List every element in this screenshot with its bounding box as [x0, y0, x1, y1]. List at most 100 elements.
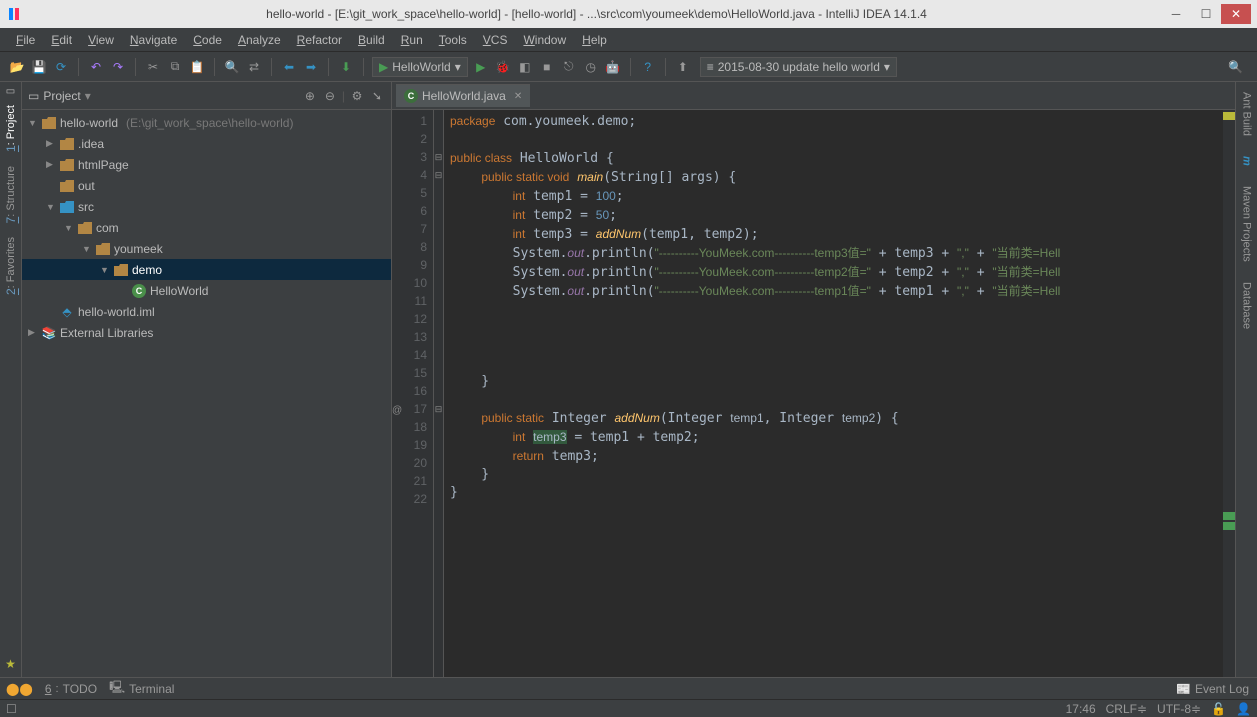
terminal-tab[interactable]: 🖳 Terminal [109, 678, 174, 699]
change-marker[interactable] [1223, 522, 1235, 530]
debug-button[interactable]: 🐞 [494, 58, 512, 76]
project-panel: ▭ Project ▾ ⊕ ⊖ | ⚙ ➘ ▼hello-world(E:\gi… [22, 82, 392, 677]
android-button[interactable]: 🤖 [604, 58, 622, 76]
profile-button[interactable]: ◷ [582, 58, 600, 76]
error-stripe[interactable] [1223, 110, 1235, 677]
vcs-changelist-selector[interactable]: ≡ 2015-08-30 update hello world ▾ [700, 57, 897, 77]
attach-button[interactable]: ⎋ [560, 58, 578, 76]
redo-icon[interactable]: ↷ [109, 58, 127, 76]
paste-icon[interactable]: 📋 [188, 58, 206, 76]
open-icon[interactable]: 📂 [8, 58, 26, 76]
left-tab-project[interactable]: 1: Project [2, 99, 20, 158]
tree-node[interactable]: out [22, 175, 391, 196]
event-log-tab[interactable]: 📰 Event Log [1176, 682, 1249, 696]
chevron-down-icon: ▾ [455, 60, 461, 74]
close-tab-icon[interactable]: ✕ [514, 91, 522, 102]
help-icon[interactable]: ? [639, 58, 657, 76]
menu-run[interactable]: Run [393, 31, 431, 49]
tree-node[interactable]: ⬘hello-world.iml [22, 301, 391, 322]
undo-icon[interactable]: ↶ [87, 58, 105, 76]
warning-marker[interactable] [1223, 112, 1235, 120]
project-icon[interactable]: ▭ [6, 86, 15, 97]
menu-window[interactable]: Window [515, 31, 574, 49]
tree-node[interactable]: ▶htmlPage [22, 154, 391, 175]
cut-icon[interactable]: ✂ [144, 58, 162, 76]
menu-file[interactable]: File [8, 31, 43, 49]
line-gutter[interactable]: 1234567891011121314151617@1819202122 [392, 110, 434, 677]
todo-tab[interactable]: 6: TODO [45, 682, 97, 696]
change-marker[interactable] [1223, 512, 1235, 520]
status-encoding[interactable]: UTF-8≑ [1157, 702, 1201, 716]
tab-label: HelloWorld.java [422, 89, 506, 103]
left-tool-strip: ▭ 1: Project 7: Structure 2: Favorites ★ [0, 82, 22, 677]
status-lineend[interactable]: CRLF≑ [1106, 702, 1147, 716]
tree-node[interactable]: ▼hello-world(E:\git_work_space\hello-wor… [22, 112, 391, 133]
inspector-icon[interactable]: 👤 [1236, 702, 1251, 716]
coverage-button[interactable]: ◧ [516, 58, 534, 76]
tree-node[interactable]: CHelloWorld [22, 280, 391, 301]
editor-tab[interactable]: C HelloWorld.java ✕ [396, 84, 530, 107]
gear-icon[interactable]: ⚙ [349, 88, 365, 104]
make-icon[interactable]: ⬇ [337, 58, 355, 76]
lib-icon: 📚 [42, 326, 56, 340]
folder-icon [60, 137, 74, 151]
replace-icon[interactable]: ⇄ [245, 58, 263, 76]
menu-edit[interactable]: Edit [43, 31, 80, 49]
menu-refactor[interactable]: Refactor [289, 31, 350, 49]
run-button[interactable]: ▶ [472, 58, 490, 76]
status-icon[interactable]: ☐ [6, 702, 17, 716]
menu-code[interactable]: Code [185, 31, 230, 49]
right-tab-database[interactable]: Database [1239, 276, 1255, 335]
editor-area: C HelloWorld.java ✕ 12345678910111213141… [392, 82, 1235, 677]
folder-icon [78, 221, 92, 235]
left-tab-structure[interactable]: 7: Structure [2, 160, 20, 229]
menu-navigate[interactable]: Navigate [122, 31, 185, 49]
right-tab-m[interactable]: m [1239, 150, 1255, 172]
vcs-update-icon[interactable]: ⬆ [674, 58, 692, 76]
tree-node[interactable]: ▶📚External Libraries [22, 322, 391, 343]
tree-node[interactable]: ▼youmeek [22, 238, 391, 259]
stop-button[interactable]: ■ [538, 58, 556, 76]
class-icon: C [132, 284, 146, 298]
folder-blue-icon [60, 200, 74, 214]
folder-icon [60, 179, 74, 193]
forward-icon[interactable]: ➡ [302, 58, 320, 76]
bottom-tool-strip: ⬤⬤ 6: TODO 🖳 Terminal 📰 Event Log [0, 677, 1257, 699]
tree-node[interactable]: ▼demo [22, 259, 391, 280]
code-editor[interactable]: package com.youmeek.demo; public class H… [444, 110, 1223, 677]
chevron-down-icon[interactable]: ▾ [85, 89, 91, 103]
lock-icon[interactable]: 🔓 [1211, 702, 1226, 716]
refresh-icon[interactable]: ⟳ [52, 58, 70, 76]
left-tab-favorites[interactable]: 2: Favorites [2, 231, 20, 301]
minimize-button[interactable]: ─ [1161, 4, 1191, 24]
menu-help[interactable]: Help [574, 31, 615, 49]
menu-vcs[interactable]: VCS [475, 31, 516, 49]
find-icon[interactable]: 🔍 [223, 58, 241, 76]
copy-icon[interactable]: ⧉ [166, 58, 184, 76]
hide-icon[interactable]: ➘ [369, 88, 385, 104]
tree-node[interactable]: ▼com [22, 217, 391, 238]
project-tree[interactable]: ▼hello-world(E:\git_work_space\hello-wor… [22, 110, 391, 677]
save-icon[interactable]: 💾 [30, 58, 48, 76]
close-button[interactable]: ✕ [1221, 4, 1251, 24]
menu-tools[interactable]: Tools [431, 31, 475, 49]
scroll-target-icon[interactable]: ⊕ [302, 88, 318, 104]
star-icon[interactable]: ★ [5, 657, 16, 671]
project-view-icon: ▭ [28, 89, 39, 103]
right-tab-maven-projects[interactable]: Maven Projects [1239, 180, 1255, 268]
menu-build[interactable]: Build [350, 31, 393, 49]
search-everywhere-icon[interactable]: 🔍 [1222, 60, 1249, 74]
app-logo [6, 5, 24, 23]
menu-view[interactable]: View [80, 31, 122, 49]
run-config-selector[interactable]: ▶ HelloWorld ▾ [372, 57, 468, 77]
maximize-button[interactable]: ☐ [1191, 4, 1221, 24]
fold-gutter[interactable]: ⊟⊟⊟ [434, 110, 444, 677]
tree-node[interactable]: ▶.idea [22, 133, 391, 154]
back-icon[interactable]: ⬅ [280, 58, 298, 76]
menu-analyze[interactable]: Analyze [230, 31, 289, 49]
tree-node[interactable]: ▼src [22, 196, 391, 217]
collapse-icon[interactable]: ⊖ [322, 88, 338, 104]
right-tab-ant-build[interactable]: Ant Build [1239, 86, 1255, 142]
indicator-icon[interactable]: ⬤⬤ [6, 682, 33, 696]
window-title: hello-world - [E:\git_work_space\hello-w… [32, 7, 1161, 21]
